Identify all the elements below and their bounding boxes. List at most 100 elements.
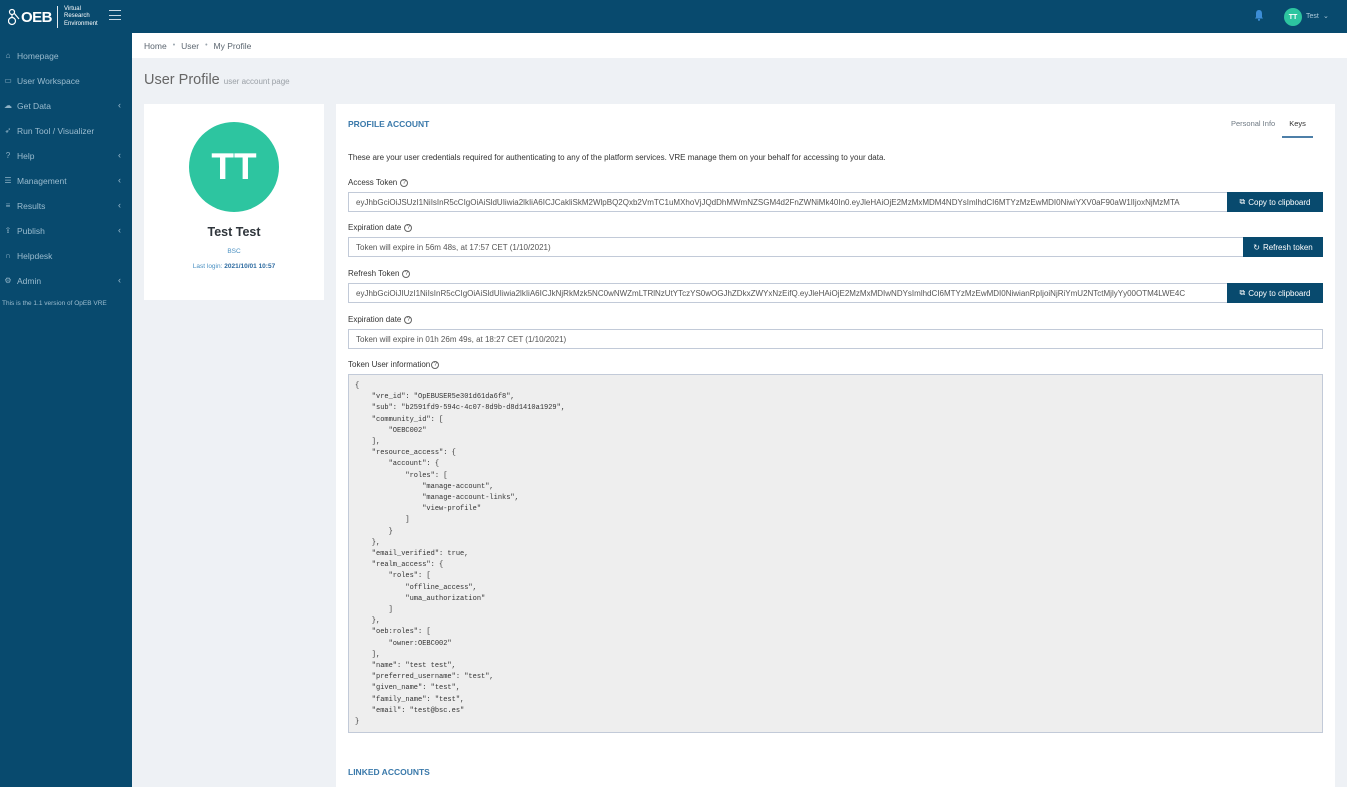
oeb-logo-icon <box>8 8 20 26</box>
logo-line: Environment <box>64 20 98 27</box>
version-text: This is the 1.1 version of OpEB VRE <box>2 300 107 307</box>
sidebar-item-homepage[interactable]: ⌂ Homepage <box>0 43 132 68</box>
token-info-label-text: Token User information <box>348 360 431 369</box>
bell-icon[interactable] <box>1254 9 1264 21</box>
breadcrumb-my-profile: My Profile <box>213 40 252 51</box>
page-title-text: User Profile <box>144 72 220 88</box>
sidebar-item-user-workspace[interactable]: ▭ User Workspace <box>0 68 132 93</box>
refresh-icon: ↻ <box>1253 242 1260 252</box>
chevron-left-icon: ‹ <box>118 275 121 285</box>
logo-mark: OEB <box>21 8 53 26</box>
breadcrumb-user[interactable]: User <box>181 41 199 51</box>
sidebar-item-label: Homepage <box>17 50 59 61</box>
sidebar-item-label: Help <box>17 150 35 161</box>
logo-line: Virtual <box>64 5 81 12</box>
headset-icon: ∩ <box>5 251 11 260</box>
chevron-left-icon: ‹ <box>118 175 121 185</box>
refresh-token-button[interactable]: ↻ Refresh token <box>1243 237 1323 257</box>
avatar: TT <box>189 122 279 212</box>
rocket-icon: ➶ <box>4 126 12 135</box>
help-icon[interactable]: ? <box>402 269 411 278</box>
access-token-label-text: Access Token <box>348 178 398 187</box>
profile-account-panel: PROFILE ACCOUNT Personal Info Keys These… <box>336 104 1335 787</box>
sidebar-item-label: Helpdesk <box>17 250 53 261</box>
refresh-expiration-label: Expiration date ? <box>348 315 413 324</box>
copy-button-label: Copy to clipboard <box>1248 288 1311 298</box>
sidebar: ⌂ Homepage ▭ User Workspace ☁ Get Data ‹… <box>0 33 132 787</box>
tabs: Personal Info Keys <box>1224 119 1313 138</box>
logo-text: Virtual Research Environment <box>64 6 98 29</box>
list-icon: ≡ <box>5 201 11 210</box>
sidebar-item-label: Management <box>17 175 67 186</box>
sidebar-item-label: User Workspace <box>17 75 80 86</box>
profile-organization: BSC <box>227 248 241 255</box>
access-expiration-label: Expiration date ? <box>348 223 413 232</box>
user-menu-name[interactable]: Test <box>1306 13 1319 20</box>
logo[interactable]: OEB Virtual Research Environment <box>8 4 100 30</box>
token-info-label: Token User information ? <box>348 360 440 369</box>
sidebar-item-label: Results <box>17 200 46 211</box>
token-info-json: { "vre_id": "OpEBUSER5e301d61da6f8", "su… <box>348 374 1323 733</box>
cloud-upload-icon: ☁ <box>4 101 12 110</box>
user-avatar[interactable]: TT <box>1284 8 1302 26</box>
chevron-left-icon: ‹ <box>118 200 121 210</box>
gear-icon: ⚙ <box>4 276 12 285</box>
sidebar-item-help[interactable]: ? Help ‹ <box>0 143 132 168</box>
sidebar-item-helpdesk[interactable]: ∩ Helpdesk <box>0 243 132 268</box>
breadcrumb: Home • User • My Profile <box>132 33 1347 58</box>
sidebar-item-management[interactable]: ☰ Management ‹ <box>0 168 132 193</box>
sidebar-item-get-data[interactable]: ☁ Get Data ‹ <box>0 93 132 118</box>
last-login-value: 2021/10/01 10:57 <box>224 263 276 270</box>
logo-separator <box>57 6 59 28</box>
tab-keys[interactable]: Keys <box>1282 119 1313 138</box>
sidebar-item-admin[interactable]: ⚙ Admin ‹ <box>0 268 132 293</box>
last-login: Last login: 2021/10/01 10:57 <box>144 263 324 270</box>
server-icon: ☰ <box>4 176 12 185</box>
credentials-intro: These are your user credentials required… <box>348 153 886 162</box>
top-navbar: OEB Virtual Research Environment TT Test… <box>0 0 1347 33</box>
refresh-expiration-field: Token will expire in 01h 26m 49s, at 18:… <box>348 329 1323 349</box>
breadcrumb-separator-icon: • <box>205 42 208 49</box>
sidebar-item-run-tool[interactable]: ➶ Run Tool / Visualizer <box>0 118 132 143</box>
breadcrumb-home[interactable]: Home <box>144 41 167 51</box>
copy-button-label: Copy to clipboard <box>1248 197 1311 207</box>
linked-accounts-title: LINKED ACCOUNTS <box>348 767 430 777</box>
help-icon[interactable]: ? <box>400 178 409 187</box>
tab-personal-info[interactable]: Personal Info <box>1224 119 1282 138</box>
chevron-left-icon: ‹ <box>118 150 121 160</box>
chevron-left-icon: ‹ <box>118 100 121 110</box>
access-expiration-label-text: Expiration date <box>348 223 402 232</box>
page-subtitle: user account page <box>223 77 290 86</box>
sidebar-item-results[interactable]: ≡ Results ‹ <box>0 193 132 218</box>
profile-name: Test Test <box>207 225 261 239</box>
help-icon[interactable]: ? <box>404 223 413 232</box>
menu-toggle-icon[interactable] <box>109 10 121 20</box>
upload-user-icon: ⇪ <box>4 226 12 235</box>
chevron-down-icon[interactable]: ⌄ <box>1323 12 1329 20</box>
sidebar-item-label: Get Data <box>17 100 52 111</box>
logo-line: Research <box>64 13 90 20</box>
sidebar-item-label: Publish <box>17 225 45 236</box>
refresh-token-field[interactable]: eyJhbGciOiJIUzI1NiIsInR5cCIgOiAiSldUIiwi… <box>348 283 1228 303</box>
access-token-field[interactable]: eyJhbGciOiJSUzI1NiIsInR5cCIgOiAiSldUIiwi… <box>348 192 1228 212</box>
help-icon[interactable]: ? <box>431 360 440 369</box>
home-icon: ⌂ <box>5 51 11 60</box>
page-title: User Profile user account page <box>144 72 290 88</box>
refresh-expiration-label-text: Expiration date <box>348 315 402 324</box>
refresh-token-label: Refresh Token ? <box>348 269 411 278</box>
refresh-button-label: Refresh token <box>1262 242 1313 252</box>
access-expiration-field: Token will expire in 56m 48s, at 17:57 C… <box>348 237 1244 257</box>
copy-access-token-button[interactable]: ⧉ Copy to clipboard <box>1227 192 1323 212</box>
refresh-token-label-text: Refresh Token <box>348 269 400 278</box>
desktop-icon: ▭ <box>4 76 12 85</box>
sidebar-item-publish[interactable]: ⇪ Publish ‹ <box>0 218 132 243</box>
copy-refresh-token-button[interactable]: ⧉ Copy to clipboard <box>1227 283 1323 303</box>
chevron-left-icon: ‹ <box>118 225 121 235</box>
panel-title: PROFILE ACCOUNT <box>348 119 430 129</box>
copy-icon: ⧉ <box>1239 288 1246 297</box>
help-icon[interactable]: ? <box>404 315 413 324</box>
last-login-label: Last login: <box>192 263 223 270</box>
sidebar-item-label: Admin <box>17 275 42 286</box>
question-icon: ? <box>5 151 11 160</box>
access-token-label: Access Token ? <box>348 178 409 187</box>
